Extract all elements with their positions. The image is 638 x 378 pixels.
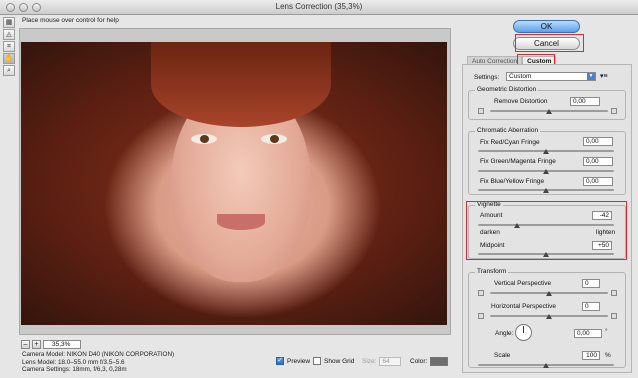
- vertical-perspective-label: Vertical Perspective: [494, 280, 552, 287]
- grid-size-label: Size:: [362, 358, 377, 365]
- hair-fringe-shape: [151, 42, 331, 127]
- remove-distortion-slider[interactable]: [490, 107, 608, 115]
- highlight-cancel-box: [515, 34, 584, 52]
- title-bar: Lens Correction (35,3%): [0, 0, 638, 15]
- barrel-icon: [611, 108, 617, 114]
- vertical-perspective-min-icon: [478, 290, 484, 296]
- angle-dial[interactable]: [515, 324, 532, 341]
- vertical-perspective-slider[interactable]: [490, 289, 608, 297]
- zoom-tool-icon[interactable]: ⌕: [3, 65, 15, 76]
- settings-select[interactable]: Custom ▼: [506, 72, 596, 81]
- zoom-bar: – + 35,3%: [21, 339, 81, 349]
- remove-distortion-tool-icon[interactable]: ▦: [3, 17, 15, 28]
- blue-yellow-field[interactable]: 0,00: [583, 177, 613, 186]
- angle-field[interactable]: 0,00: [574, 329, 602, 338]
- red-cyan-label: Fix Red/Cyan Fringe: [480, 139, 540, 146]
- scale-label: Scale: [494, 352, 511, 359]
- angle-unit: °: [605, 328, 608, 335]
- geometric-distortion-title: Geometric Distortion: [475, 86, 539, 93]
- red-cyan-slider[interactable]: [478, 147, 614, 155]
- camera-info: Camera Model: NIKON D40 (NIKON CORPORATI…: [22, 351, 174, 374]
- settings-menu-icon[interactable]: ▾≡: [600, 72, 608, 80]
- preview-checkbox[interactable]: ✓: [276, 357, 284, 365]
- grid-size-control: Size: 64: [362, 357, 402, 366]
- window-title: Lens Correction (35,3%): [275, 2, 363, 11]
- grid-color-label: Color:: [410, 358, 428, 365]
- chevron-down-icon: ▼: [587, 73, 595, 80]
- ok-button[interactable]: OK: [513, 20, 580, 33]
- move-grid-tool-icon[interactable]: ⌗: [3, 41, 15, 52]
- horizontal-perspective-label: Horizontal Perspective: [491, 303, 557, 310]
- highlight-vignette-box: [466, 201, 627, 260]
- blue-yellow-slider[interactable]: [478, 186, 614, 194]
- preview-label: Preview: [287, 357, 311, 365]
- show-grid-checkbox[interactable]: [313, 357, 321, 365]
- mouth-shape: [217, 214, 265, 230]
- scale-unit: %: [605, 352, 611, 359]
- vertical-perspective-max-icon: [611, 290, 617, 296]
- preview-toggle[interactable]: ✓ Preview: [276, 357, 310, 365]
- camera-model: Camera Model: NIKON D40 (NIKON CORPORATI…: [22, 351, 175, 358]
- settings-label: Settings:: [474, 74, 500, 81]
- red-cyan-field[interactable]: 0,00: [583, 137, 613, 146]
- pincushion-icon: [478, 108, 484, 114]
- blue-yellow-label: Fix Blue/Yellow Fringe: [480, 178, 545, 185]
- green-magenta-label: Fix Green/Magenta Fringe: [480, 158, 556, 165]
- zoom-in-button[interactable]: +: [32, 339, 41, 349]
- angle-label: Angle:: [495, 330, 514, 337]
- zoom-level-select[interactable]: 35,3%: [43, 339, 81, 349]
- show-grid-toggle[interactable]: Show Grid: [313, 357, 354, 365]
- grid-color-swatch[interactable]: [430, 357, 449, 366]
- settings-value: Custom: [509, 73, 532, 80]
- help-hint: Place mouse over control for help: [22, 17, 119, 24]
- remove-distortion-field[interactable]: 0,00: [570, 97, 600, 106]
- green-magenta-field[interactable]: 0,00: [583, 157, 613, 166]
- hand-tool-icon[interactable]: ✋: [3, 53, 15, 64]
- vertical-perspective-field[interactable]: 0: [582, 279, 600, 288]
- grid-color-control: Color:: [410, 357, 449, 366]
- zoom-out-button[interactable]: –: [21, 339, 30, 349]
- preview-image[interactable]: [21, 42, 447, 325]
- grid-size-field[interactable]: 64: [379, 357, 402, 366]
- scale-field[interactable]: 100: [582, 351, 600, 360]
- camera-settings: Camera Settings: 18mm, f/6,3, 0,28m: [22, 366, 127, 374]
- geometric-distortion-group: Geometric Distortion: [468, 86, 626, 120]
- eye-left-shape: [191, 134, 217, 144]
- horizontal-perspective-field[interactable]: 0: [582, 302, 600, 311]
- horizontal-perspective-min-icon: [478, 313, 484, 319]
- tool-palette: ▦ ◬ ⌗ ✋ ⌕: [3, 17, 16, 77]
- lens-model: Lens Model: 18.0–55.0 mm f/3.5–5.6: [22, 358, 125, 366]
- straighten-tool-icon[interactable]: ◬: [3, 29, 15, 40]
- transform-title: Transform: [475, 268, 509, 275]
- horizontal-perspective-max-icon: [611, 313, 617, 319]
- scale-slider[interactable]: [478, 361, 614, 369]
- chromatic-aberration-title: Chromatic Aberration: [475, 127, 541, 134]
- show-grid-label: Show Grid: [324, 357, 355, 365]
- remove-distortion-label: Remove Distortion: [494, 98, 548, 105]
- horizontal-perspective-slider[interactable]: [490, 312, 608, 320]
- eye-right-shape: [261, 134, 287, 144]
- green-magenta-slider[interactable]: [478, 167, 614, 175]
